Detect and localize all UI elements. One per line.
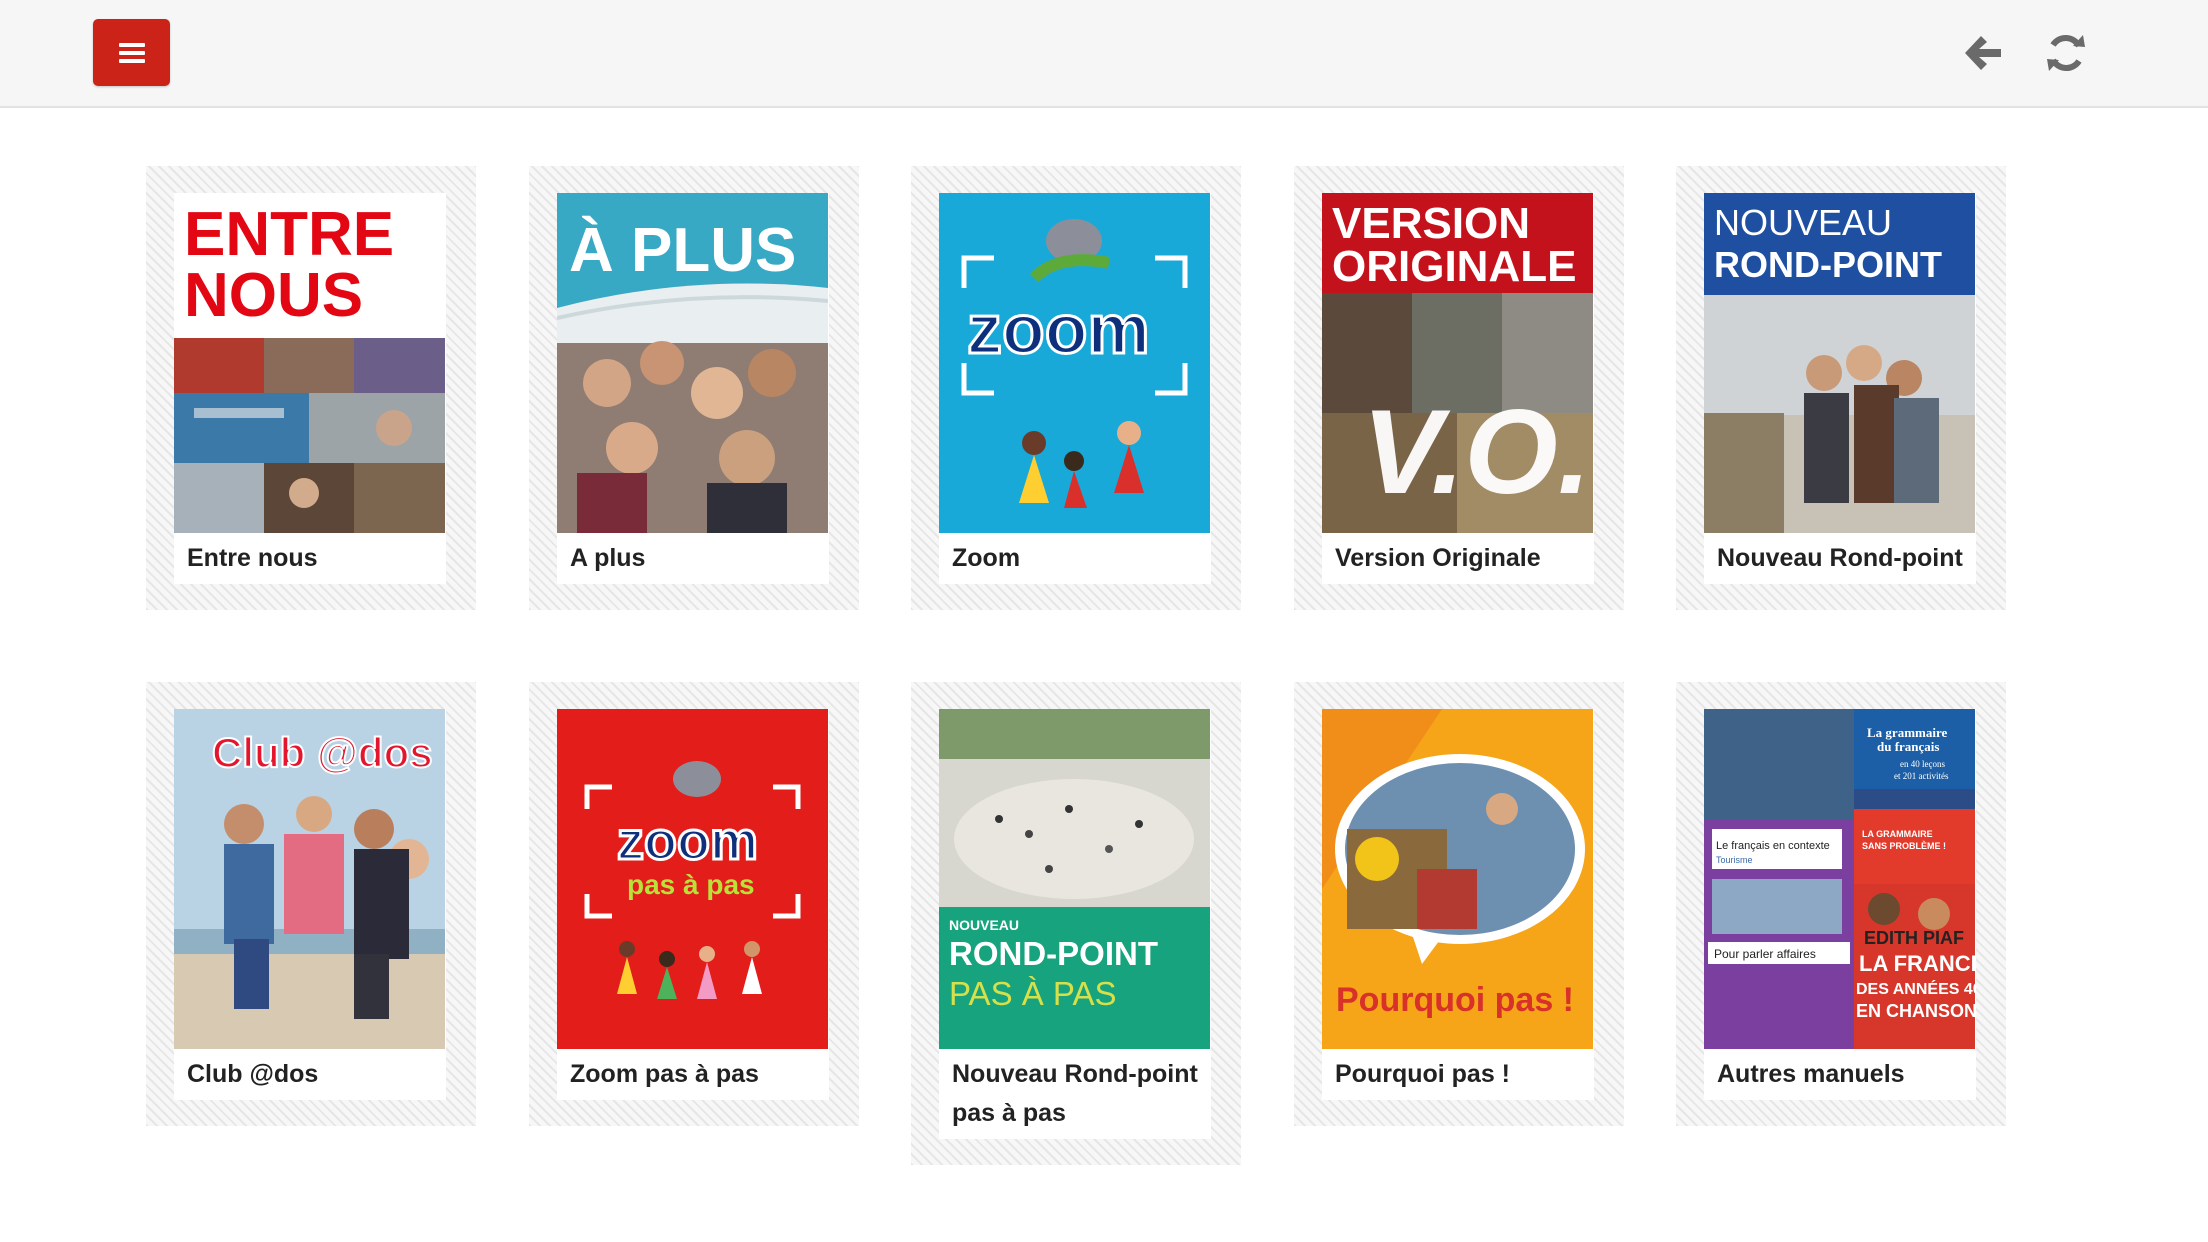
book-cover-nouveau-rond-point[interactable]: NOUVEAU ROND-POINT — [1704, 193, 1975, 533]
cover-title-line1: ENTRE — [184, 200, 394, 269]
cover-text: EDITH PIAF — [1864, 928, 1964, 948]
book-card-club-ados[interactable]: Club @dos Club @dos — [146, 682, 476, 1126]
cover-title: Pourquoi pas ! — [1336, 981, 1574, 1019]
refresh-button[interactable] — [2043, 30, 2089, 76]
book-card-a-plus[interactable]: À PLUS A plus — [529, 166, 859, 610]
cover-text: SANS PROBLÈME ! — [1862, 841, 1946, 851]
back-button[interactable] — [1960, 30, 2006, 76]
book-title: Autres manuels — [1717, 1060, 1905, 1088]
cover-text: du français — [1877, 739, 1939, 754]
book-cover-zoom-pas-a-pas[interactable]: zoom pas à pas — [557, 709, 828, 1049]
cover-text: LA GRAMMAIRE — [1862, 829, 1933, 839]
cover-title-line3: PAS À PAS — [949, 975, 1117, 1012]
book-cover-rond-point-pas-a-pas[interactable]: NOUVEAU ROND-POINT PAS À PAS — [939, 709, 1210, 1049]
book-card-autres-manuels[interactable]: La grammaire du français en 40 leçons et… — [1676, 682, 2006, 1126]
cover-title-line1: NOUVEAU — [1714, 202, 1892, 243]
cover-title-line2: ORIGINALE — [1332, 242, 1576, 291]
hamburger-menu-icon — [118, 42, 145, 63]
menu-button[interactable] — [93, 19, 170, 86]
book-title: Pourquoi pas ! — [1335, 1060, 1510, 1088]
cover-text: Pour parler affaires — [1714, 947, 1816, 961]
cover-title-line2: ROND-POINT — [949, 935, 1158, 972]
book-card-version-originale[interactable]: VERSION ORIGINALE V.O. Version Originale — [1294, 166, 1624, 610]
book-card-nouveau-rond-point[interactable]: NOUVEAU ROND-POINT Nouveau Rond-point — [1676, 166, 2006, 610]
book-card-rond-point-pas-a-pas[interactable]: NOUVEAU ROND-POINT PAS À PAS Nouveau Ron… — [911, 682, 1241, 1165]
cover-title: Club @dos — [212, 729, 433, 776]
book-title: Nouveau Rond-point pas à pas — [952, 1060, 1198, 1127]
book-title: Nouveau Rond-point — [1717, 544, 1963, 572]
cover-text: EN CHANSONS — [1856, 1001, 1975, 1021]
cover-text: Le français en contexte — [1716, 840, 1830, 852]
book-cover-autres-manuels[interactable]: La grammaire du français en 40 leçons et… — [1704, 709, 1975, 1049]
arrow-left-icon — [1965, 36, 2001, 70]
cover-title: zoom — [617, 811, 758, 871]
book-cover-pourquoi-pas[interactable]: Pourquoi pas ! — [1322, 709, 1593, 1049]
refresh-icon — [2047, 34, 2085, 72]
cover-text: en 40 leçons — [1900, 759, 1945, 769]
book-cover-club-ados[interactable]: Club @dos — [174, 709, 445, 1049]
book-title: Entre nous — [187, 544, 318, 572]
book-card-entre-nous[interactable]: ENTRE NOUS Entre nous — [146, 166, 476, 610]
book-card-pourquoi-pas[interactable]: Pourquoi pas ! Pourquoi pas ! — [1294, 682, 1624, 1126]
book-card-zoom[interactable]: zoom Zoom — [911, 166, 1241, 610]
book-title: A plus — [570, 544, 646, 572]
book-title: Version Originale — [1335, 544, 1541, 572]
top-toolbar — [0, 0, 2208, 108]
cover-title-line1: VERSION — [1332, 199, 1530, 248]
book-card-zoom-pas-a-pas[interactable]: zoom pas à pas Zoom pas à pas — [529, 682, 859, 1126]
book-cover-entre-nous[interactable]: ENTRE NOUS — [174, 193, 445, 533]
cover-text: La grammaire — [1867, 725, 1947, 740]
book-cover-a-plus[interactable]: À PLUS — [557, 193, 828, 533]
cover-title-line1: NOUVEAU — [949, 917, 1019, 933]
book-cover-version-originale[interactable]: VERSION ORIGINALE V.O. — [1322, 193, 1593, 533]
cover-text: DES ANNÉES 40 — [1856, 979, 1975, 998]
cover-text: et 201 activités — [1894, 771, 1949, 781]
cover-mark: V.O. — [1362, 385, 1591, 519]
cover-title: zoom — [967, 290, 1150, 368]
book-title: Zoom — [952, 544, 1021, 572]
cover-text: Tourisme — [1716, 855, 1753, 865]
cover-title-line2: ROND-POINT — [1714, 244, 1942, 285]
cover-title: À PLUS — [569, 216, 796, 285]
cover-subtitle: pas à pas — [627, 869, 755, 900]
book-title: Club @dos — [187, 1060, 319, 1088]
book-title: Zoom pas à pas — [570, 1060, 759, 1088]
cover-text: LA FRANCE — [1859, 951, 1975, 976]
book-cover-zoom[interactable]: zoom — [939, 193, 1210, 533]
cover-title-line2: NOUS — [184, 261, 363, 330]
